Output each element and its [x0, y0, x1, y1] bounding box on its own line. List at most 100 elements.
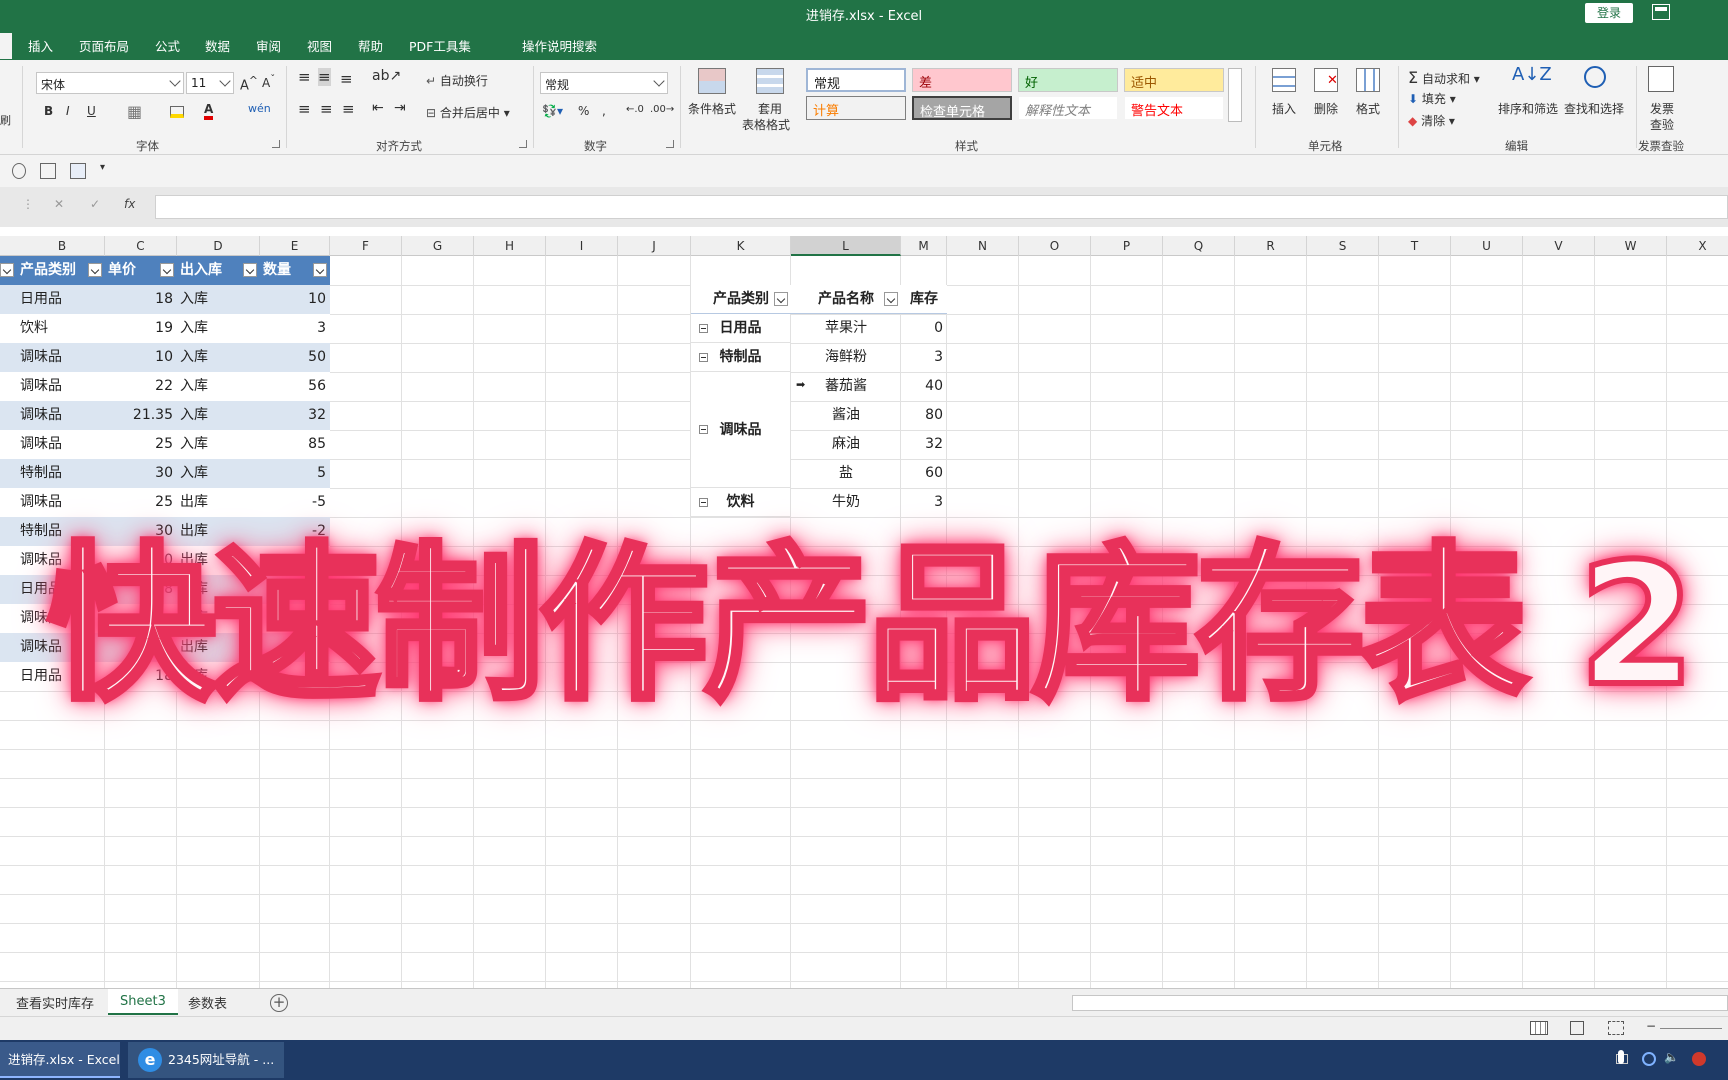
table-cell[interactable]: 入库 [177, 285, 260, 314]
wrap-text-button[interactable]: ↵ 自动换行 [426, 72, 488, 89]
increase-decimal-icon[interactable]: ←.0 [626, 104, 644, 115]
orientation-icon[interactable]: ab↗ [372, 68, 401, 84]
font-color-icon[interactable]: A [204, 102, 214, 120]
table-cell[interactable]: 日用品 [0, 285, 105, 314]
format-cells-icon[interactable] [1356, 68, 1380, 92]
table-cell[interactable]: 18 [105, 285, 177, 314]
align-left-icon[interactable]: ≡ [298, 100, 311, 118]
table-cell[interactable]: 32 [260, 401, 330, 430]
tab-page-layout[interactable]: 页面布局 [79, 36, 129, 55]
pivot-product-name[interactable]: 盐 [791, 459, 901, 488]
filter-dropdown-icon[interactable] [313, 263, 327, 277]
microphone-icon[interactable] [1618, 1050, 1624, 1064]
table-cell[interactable]: 入库 [177, 372, 260, 401]
table-cell[interactable]: 10 [260, 285, 330, 314]
login-button[interactable]: 登录 [1585, 3, 1633, 23]
table-cell[interactable]: 85 [260, 430, 330, 459]
invoice-label-2[interactable]: 查验 [1650, 116, 1674, 133]
tab-help[interactable]: 帮助 [358, 36, 383, 55]
clear-button[interactable]: ◆ 清除 ▾ [1408, 112, 1455, 129]
column-header-J[interactable]: J [618, 236, 691, 256]
styles-gallery-scroll-icon[interactable] [1228, 68, 1242, 122]
table-cell[interactable]: 50 [260, 343, 330, 372]
table-cell[interactable]: 入库 [177, 430, 260, 459]
align-dialog-launcher-icon[interactable] [519, 140, 527, 148]
sheet-tab-realtime-stock[interactable]: 查看实时库存 [16, 993, 94, 1012]
align-bottom-icon[interactable]: ≡ [340, 70, 353, 88]
column-header-W[interactable]: W [1595, 236, 1667, 256]
pivot-product-name[interactable]: 苹果汁 [791, 314, 901, 343]
table-format-label-1[interactable]: 套用 [758, 100, 782, 117]
tray-app-icon[interactable] [1692, 1052, 1706, 1066]
filter-dropdown-icon[interactable] [243, 263, 257, 277]
table-cell[interactable]: 3 [260, 314, 330, 343]
normal-view-icon[interactable] [1530, 1021, 1548, 1035]
tab-view[interactable]: 视图 [307, 36, 332, 55]
security-shield-icon[interactable] [1642, 1052, 1656, 1066]
tab-formulas[interactable]: 公式 [155, 36, 180, 55]
table-cell[interactable]: 入库 [177, 314, 260, 343]
italic-icon[interactable]: I [66, 104, 70, 118]
name-box-resize-icon[interactable]: ⋮ [22, 197, 34, 211]
collapse-icon[interactable] [699, 497, 708, 507]
number-format-combo[interactable]: 常规 [540, 72, 668, 94]
font-size-combo[interactable]: 11 [186, 72, 234, 94]
insert-button[interactable]: 插入 [1272, 100, 1296, 117]
style-neutral[interactable]: 适中 [1124, 68, 1224, 92]
table-cell[interactable]: 入库 [177, 459, 260, 488]
column-header-G[interactable]: G [402, 236, 474, 256]
pivot-stock-value[interactable]: 40 [901, 372, 947, 401]
page-break-view-icon[interactable] [1608, 1021, 1624, 1035]
number-dialog-launcher-icon[interactable] [666, 140, 674, 148]
accounting-format-icon[interactable]: 💱▾ [542, 104, 563, 118]
table-format-icon[interactable] [756, 68, 784, 94]
fill-button[interactable]: ⬇ 填充 ▾ [1408, 90, 1456, 107]
delete-button[interactable]: 删除 [1314, 100, 1338, 117]
table-cell[interactable]: 22 [105, 372, 177, 401]
table-cell[interactable]: 21.35 [105, 401, 177, 430]
table-cell[interactable]: 调味品 [0, 430, 105, 459]
style-check-cell[interactable]: 检查单元格 [912, 96, 1012, 120]
conditional-format-icon[interactable] [698, 68, 726, 94]
style-calc[interactable]: 计算 [806, 96, 906, 120]
pivot-product-name[interactable]: 酱油 [791, 401, 901, 430]
increase-indent-icon[interactable]: ⇥ [394, 100, 406, 116]
column-header-M[interactable]: M [901, 236, 947, 256]
customize-qat-icon[interactable]: ▾ [100, 162, 105, 173]
table-cell[interactable]: 19 [105, 314, 177, 343]
column-header-I[interactable]: I [546, 236, 618, 256]
column-header-F[interactable]: F [330, 236, 402, 256]
column-header-Q[interactable]: Q [1163, 236, 1235, 256]
sort-filter-button[interactable]: 排序和筛选 [1498, 100, 1558, 117]
horizontal-scrollbar[interactable] [1072, 995, 1728, 1011]
table-cell[interactable]: 56 [260, 372, 330, 401]
column-header-R[interactable]: R [1235, 236, 1307, 256]
column-header-L[interactable]: L [791, 236, 901, 256]
style-good[interactable]: 好 [1018, 68, 1118, 92]
pivot-product-name[interactable]: 牛奶 [791, 488, 901, 517]
column-header-X[interactable]: X [1667, 236, 1728, 256]
percent-icon[interactable]: % [578, 104, 589, 118]
volume-icon[interactable]: 🔈 [1664, 1050, 1679, 1064]
pivot-stock-value[interactable]: 80 [901, 401, 947, 430]
delete-cells-icon[interactable]: ✕ [1314, 68, 1338, 92]
sheet-tab-params[interactable]: 参数表 [188, 993, 227, 1012]
table-cell[interactable]: 10 [105, 343, 177, 372]
add-sheet-icon[interactable]: + [270, 994, 288, 1012]
invoice-label-1[interactable]: 发票 [1650, 100, 1674, 117]
border-icon[interactable]: ▦ [127, 102, 142, 121]
font-name-combo[interactable]: 宋体 [36, 72, 184, 94]
column-header-U[interactable]: U [1451, 236, 1523, 256]
conditional-format-button[interactable]: 条件格式 [688, 100, 736, 117]
page-setup-icon[interactable] [40, 163, 56, 179]
column-header-P[interactable]: P [1091, 236, 1163, 256]
table-cell[interactable]: 出库 [177, 488, 260, 517]
style-bad[interactable]: 差 [912, 68, 1012, 92]
table-cell[interactable]: 调味品 [0, 488, 105, 517]
confirm-edit-icon[interactable]: ✓ [90, 197, 100, 211]
pivot-filter-dropdown-icon[interactable] [774, 292, 788, 306]
filter-dropdown-icon[interactable] [160, 263, 174, 277]
table-format-label-2[interactable]: 表格格式 [742, 116, 790, 133]
phonetic-icon[interactable]: wén [248, 102, 271, 115]
pivot-stock-value[interactable]: 60 [901, 459, 947, 488]
